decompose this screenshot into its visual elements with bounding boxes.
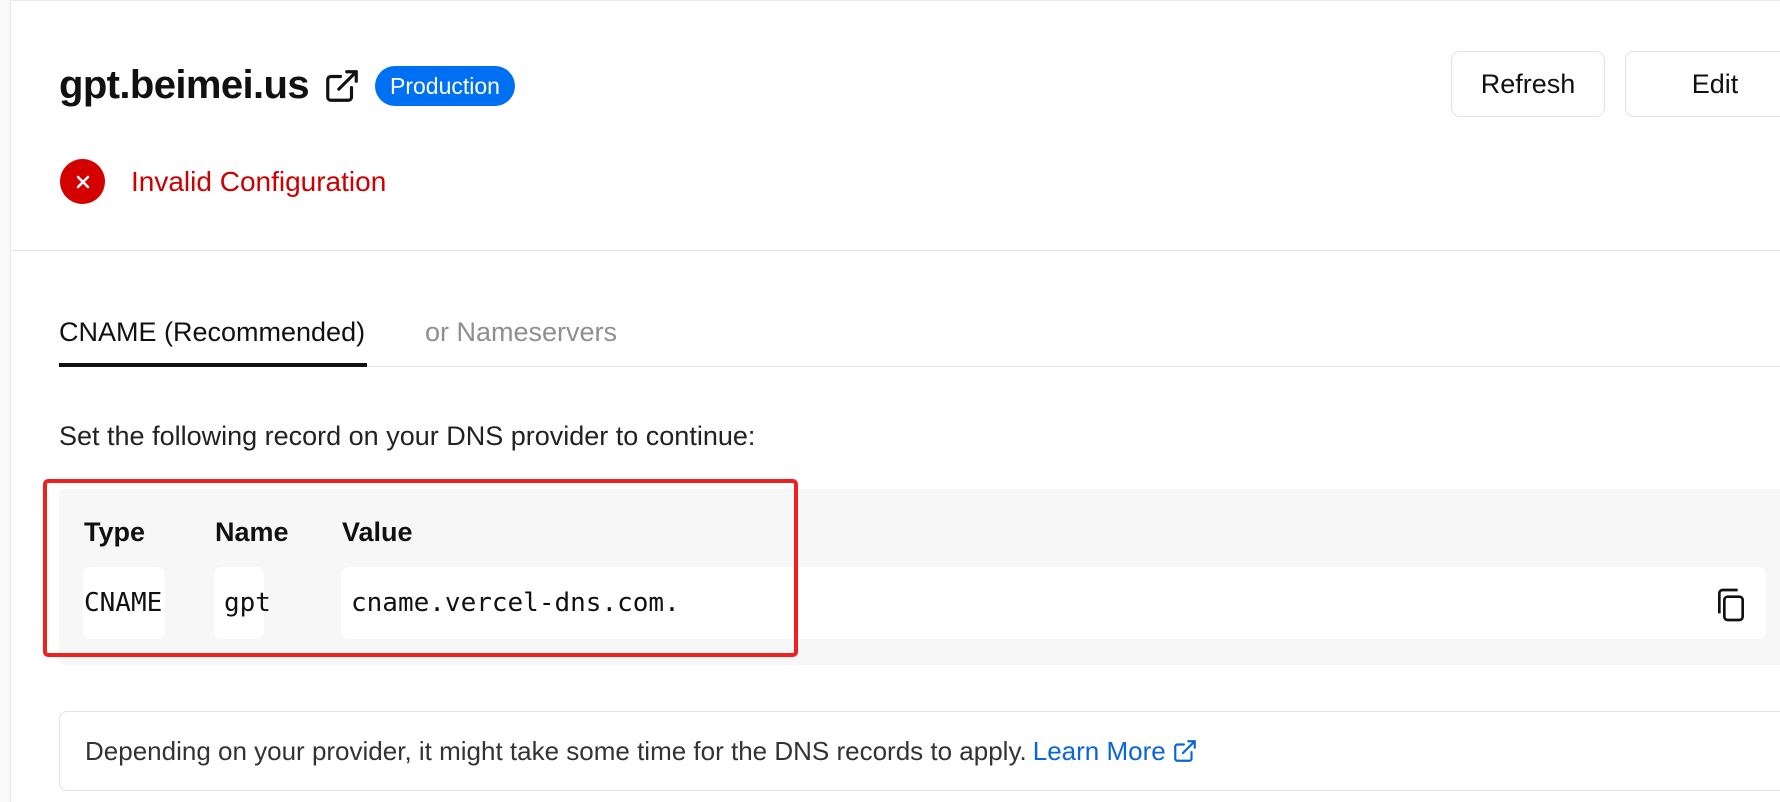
tab-nameservers[interactable]: or Nameservers (425, 311, 617, 367)
external-link-icon (1172, 738, 1198, 764)
domain-title-row: gpt.beimei.us Production (59, 63, 515, 108)
external-link-icon[interactable] (323, 67, 361, 105)
environment-badge: Production (375, 65, 515, 106)
learn-more-label: Learn More (1032, 736, 1166, 766)
domain-header-section: gpt.beimei.us Production Refresh Edit In… (11, 1, 1780, 251)
error-x-icon (60, 159, 105, 204)
tab-cname[interactable]: CNAME (Recommended) (59, 311, 368, 367)
record-type[interactable]: CNAME (84, 589, 162, 617)
domain-name[interactable]: gpt.beimei.us (59, 63, 310, 108)
instructions-text: Set the following record on your DNS pro… (59, 421, 756, 451)
record-name[interactable]: gpt (224, 589, 271, 617)
note-text-line: Depending on your provider, it might tak… (85, 736, 1198, 767)
propagation-note: Depending on your provider, it might tak… (59, 711, 1780, 791)
refresh-button[interactable]: Refresh (1451, 51, 1605, 117)
edit-button[interactable]: Edit (1625, 51, 1780, 117)
config-status: Invalid Configuration (60, 159, 386, 204)
learn-more-link[interactable]: Learn More (1033, 736, 1198, 766)
copy-icon[interactable] (1711, 585, 1751, 625)
record-value[interactable]: cname.vercel-dns.com. (351, 589, 680, 617)
note-text: Depending on your provider, it might tak… (85, 736, 1027, 766)
column-header-value: Value (342, 517, 413, 547)
dns-method-tabs: CNAME (Recommended) or Nameservers (59, 311, 1780, 367)
dns-record-table: Type Name Value CNAME gpt cname.vercel-d… (59, 489, 1780, 665)
status-text: Invalid Configuration (131, 165, 387, 197)
domain-card: gpt.beimei.us Production Refresh Edit In… (10, 0, 1780, 802)
column-header-type: Type (84, 517, 146, 547)
column-header-name: Name (215, 517, 289, 547)
